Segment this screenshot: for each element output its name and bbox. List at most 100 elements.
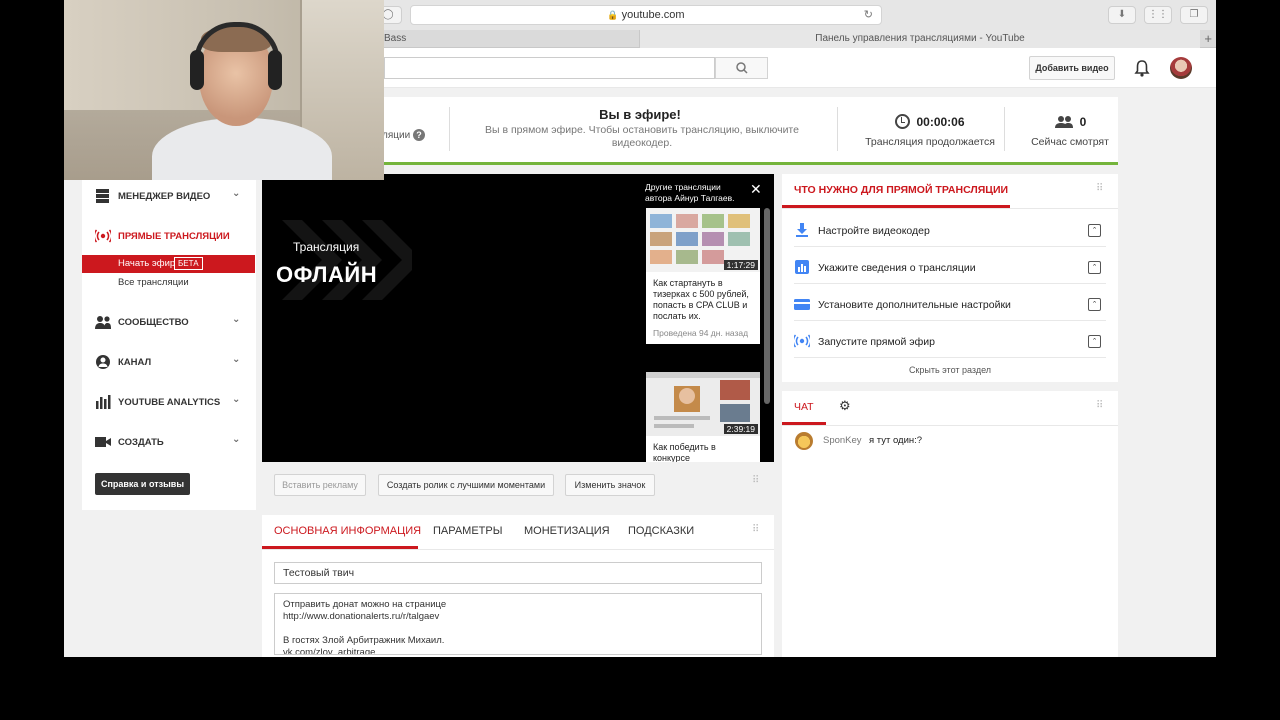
card-icon xyxy=(794,299,810,310)
viewers-value: 0 xyxy=(1079,115,1087,129)
sidebar-item-create[interactable]: Создать ⌄ xyxy=(82,433,256,453)
sidebar-subitem-label: Начать эфир xyxy=(118,258,176,269)
tab-label: Панель управления трансляциями - YouTube xyxy=(815,33,1025,44)
webcam-overlay xyxy=(64,0,384,180)
avatar[interactable] xyxy=(795,432,813,450)
other-streams-title: Другие трансляции автора Айнур Талгаев. xyxy=(645,182,735,203)
requirement-info[interactable]: Укажите сведения о трансляции ⌃ xyxy=(794,248,1106,284)
divider xyxy=(1004,107,1005,151)
insert-ad-button[interactable]: Вставить рекламу xyxy=(274,474,366,496)
requirement-encoder[interactable]: Настройте видеокодер ⌃ xyxy=(794,211,1106,247)
info-panel: ОСНОВНАЯ ИНФОРМАЦИЯ ПАРАМЕТРЫ МОНЕТИЗАЦИ… xyxy=(262,515,774,657)
divider xyxy=(782,208,1118,209)
collapse-icon[interactable]: ⌃ xyxy=(1088,335,1101,348)
collapse-icon[interactable]: ⌃ xyxy=(1088,298,1101,311)
bell-icon[interactable] xyxy=(1134,59,1150,82)
requirement-label: Запустите прямой эфир xyxy=(818,336,936,348)
stream-title-input[interactable]: Тестовый твич xyxy=(274,562,762,584)
chevron-down-icon[interactable]: ⌄ xyxy=(232,354,240,365)
requirement-label: Укажите сведения о трансляции xyxy=(818,262,976,274)
timer-value: 00:00:06 xyxy=(916,115,965,129)
close-icon[interactable]: ✕ xyxy=(750,181,762,198)
tab-basic-info[interactable]: ОСНОВНАЯ ИНФОРМАЦИЯ xyxy=(274,525,421,537)
change-thumbnail-button[interactable]: Изменить значок xyxy=(565,474,655,496)
onair-title: Вы в эфире! xyxy=(599,107,681,122)
tab-label: Bass xyxy=(384,33,407,44)
stream-timer: 00:00:06 Трансляция продолжается xyxy=(855,113,1005,148)
chevron-down-icon[interactable]: ⌄ xyxy=(232,314,240,325)
gear-icon[interactable]: ⚙ xyxy=(839,398,851,414)
chevron-down-icon[interactable]: ⌄ xyxy=(232,434,240,445)
hide-section-link[interactable]: Скрыть этот раздел xyxy=(782,365,1118,375)
sidebar-item-label: Прямые трансляции xyxy=(118,231,230,242)
stream-description-input[interactable]: Отправить донат можно на странице http:/… xyxy=(274,593,762,655)
live-icon xyxy=(95,229,111,243)
chevrons-icon xyxy=(282,220,412,300)
drag-handle-icon[interactable]: ⠿ xyxy=(752,476,764,490)
video-title[interactable]: Как стартануть в тизерках с 500 рублей, … xyxy=(646,272,760,322)
camera-icon xyxy=(95,437,111,447)
tab-live-dashboard[interactable]: Панель управления трансляциями - YouTube xyxy=(640,30,1200,48)
tabs-overview-icon[interactable]: ❐ xyxy=(1180,6,1208,24)
video-player[interactable]: Трансляция ОФЛАЙН Другие трансляции авто… xyxy=(262,174,774,462)
new-tab-icon[interactable]: + xyxy=(1204,30,1212,47)
sidebar-item-label: Канал xyxy=(118,357,152,368)
requirement-settings[interactable]: Установите дополнительные настройки ⌃ xyxy=(794,285,1106,321)
drag-handle-icon[interactable]: ⠿ xyxy=(1096,184,1108,198)
tab-bass[interactable]: Bass xyxy=(384,30,640,48)
chat-tab[interactable]: ЧАТ xyxy=(794,401,814,413)
live-icon xyxy=(794,334,810,348)
chart-icon xyxy=(795,260,809,274)
requirement-label: Установите дополнительные настройки xyxy=(818,299,1011,311)
grid-icon[interactable]: ⋮⋮ xyxy=(1144,6,1172,24)
sidebar-item-live[interactable]: Прямые трансляции xyxy=(82,227,256,247)
help-feedback-button[interactable]: Справка и отзывы xyxy=(95,473,190,495)
scrollbar[interactable] xyxy=(764,208,770,404)
sidebar-subitem-all-streams[interactable]: Все трансляции xyxy=(118,277,189,288)
add-video-button[interactable]: Добавить видео xyxy=(1029,56,1115,80)
collapse-icon[interactable]: ⌃ xyxy=(1088,224,1101,237)
video-thumbnail: 1:17:29 xyxy=(646,208,760,272)
player-actions: Вставить рекламу Создать ролик с лучшими… xyxy=(262,466,774,506)
search-input[interactable] xyxy=(384,57,715,79)
requirements-title: ЧТО НУЖНО ДЛЯ ПРЯМОЙ ТРАНСЛЯЦИИ xyxy=(794,184,1009,196)
sidebar-item-label: Сообщество xyxy=(118,317,189,328)
reload-icon[interactable]: ↻ xyxy=(864,6,873,24)
sidebar-item-analytics[interactable]: YouTube Analytics ⌄ xyxy=(82,393,256,413)
sidebar-subitem-start-stream[interactable]: Начать эфир БЕТА xyxy=(82,255,255,273)
analytics-icon xyxy=(96,395,111,409)
viewers-count: 0 Сейчас смотрят xyxy=(1020,113,1120,148)
avatar[interactable] xyxy=(1170,57,1192,79)
status-help-label: ляции xyxy=(382,130,411,141)
headphone-cup xyxy=(268,50,282,90)
channel-icon xyxy=(96,355,110,369)
sidebar-item-community[interactable]: Сообщество ⌄ xyxy=(82,313,256,333)
offline-title: ОФЛАЙН xyxy=(276,262,378,287)
drag-handle-icon[interactable]: ⠿ xyxy=(1096,401,1108,415)
create-highlights-button[interactable]: Создать ролик с лучшими моментами xyxy=(378,474,554,496)
tab-parameters[interactable]: ПАРАМЕТРЫ xyxy=(433,525,502,537)
chat-message: я тут один:? xyxy=(869,435,923,446)
search-button[interactable] xyxy=(715,57,768,79)
collapse-icon[interactable]: ⌃ xyxy=(1088,261,1101,274)
chevron-down-icon[interactable]: ⌄ xyxy=(232,394,240,405)
tab-monetization[interactable]: МОНЕТИЗАЦИЯ xyxy=(524,525,610,537)
divider xyxy=(782,425,1118,426)
chevron-down-icon[interactable]: ⌄ xyxy=(232,188,240,199)
sidebar-item-channel[interactable]: Канал ⌄ xyxy=(82,353,256,373)
community-icon xyxy=(95,316,111,329)
video-title[interactable]: Как победить в конкурсе xyxy=(646,436,760,462)
help-icon[interactable]: ? xyxy=(412,129,425,141)
offline-caption: Трансляция xyxy=(293,240,360,254)
drag-handle-icon[interactable]: ⠿ xyxy=(752,525,764,539)
download-icon[interactable]: ⬇ xyxy=(1108,6,1136,24)
tab-hints[interactable]: ПОДСКАЗКИ xyxy=(628,525,694,537)
address-bar[interactable]: 🔒 youtube.com ↻ xyxy=(410,5,882,25)
related-video-card[interactable]: 2:39:19 Как победить в конкурсе xyxy=(646,372,760,462)
requirement-go-live[interactable]: Запустите прямой эфир ⌃ xyxy=(794,322,1106,358)
chat-username[interactable]: SponKey xyxy=(823,435,862,446)
download-icon xyxy=(796,223,808,237)
related-video-card[interactable]: 1:17:29 Как стартануть в тизерках с 500 … xyxy=(646,208,760,344)
sidebar-item-video-manager[interactable]: Менеджер видео ⌄ xyxy=(82,187,256,207)
status-help[interactable]: ляции ? xyxy=(382,129,425,141)
